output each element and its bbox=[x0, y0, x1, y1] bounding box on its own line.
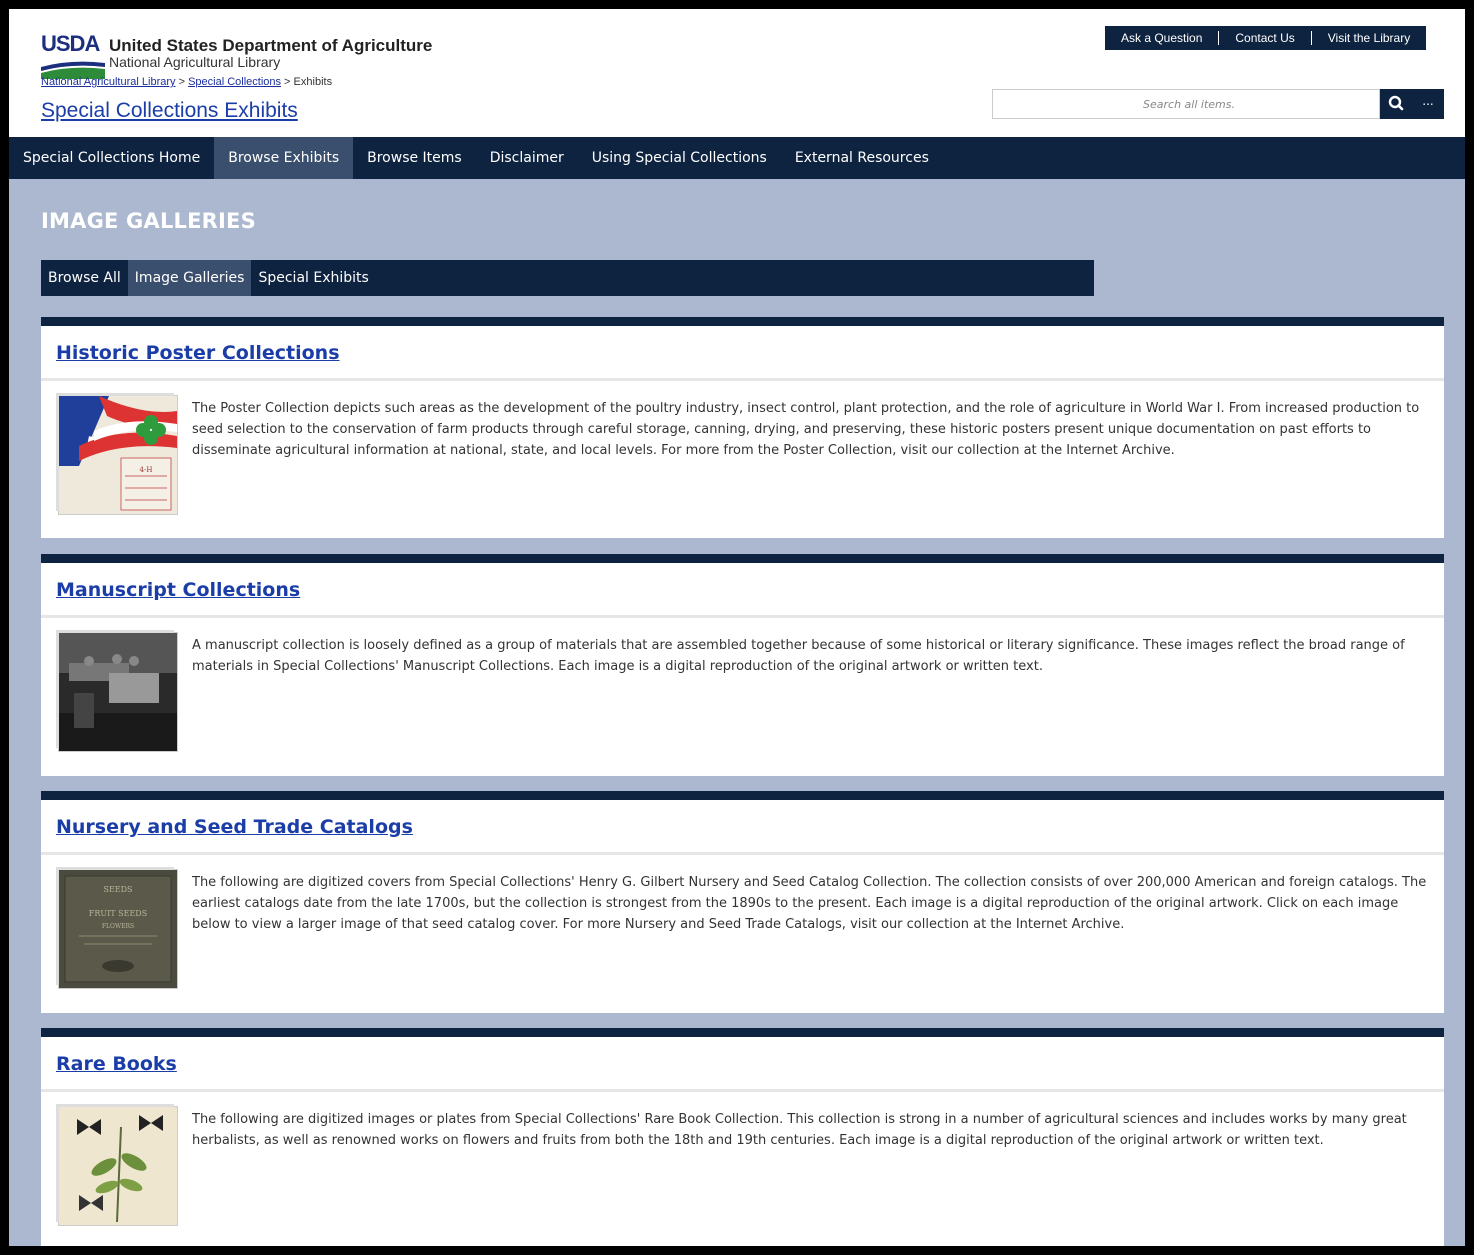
seed-catalog-thumbnail-image: SEEDS FRUIT SEEDS FLOWERS bbox=[59, 870, 177, 988]
gallery-card-seed-catalogs: Nursery and Seed Trade Catalogs SEEDS FR… bbox=[41, 791, 1444, 1013]
exhibit-subnav: Browse All Image Galleries Special Exhib… bbox=[41, 260, 1094, 296]
page-frame: USDA United States Department of Agricul… bbox=[9, 9, 1465, 1246]
gallery-title-link[interactable]: Manuscript Collections bbox=[56, 579, 300, 601]
gallery-thumbnail[interactable]: SEEDS FRUIT SEEDS FLOWERS bbox=[59, 870, 177, 988]
advanced-search-button[interactable]: ... bbox=[1412, 89, 1444, 119]
breadcrumb-link-special-collections[interactable]: Special Collections bbox=[188, 76, 281, 88]
gallery-card-rare-books: Rare Books The following are digitized i… bbox=[41, 1028, 1444, 1246]
manuscript-thumbnail-image bbox=[59, 633, 177, 751]
nav-using-special-collections[interactable]: Using Special Collections bbox=[578, 137, 781, 179]
svg-text:FRUIT SEEDS: FRUIT SEEDS bbox=[89, 909, 147, 918]
svg-text:FLOWERS: FLOWERS bbox=[102, 923, 134, 930]
gallery-title-link[interactable]: Rare Books bbox=[56, 1053, 177, 1075]
page-title: IMAGE GALLERIES bbox=[41, 209, 256, 233]
rare-book-thumbnail-image bbox=[59, 1107, 177, 1225]
breadcrumb-current: Exhibits bbox=[293, 76, 333, 88]
ask-a-question-link[interactable]: Ask a Question bbox=[1105, 31, 1220, 45]
divider bbox=[41, 378, 1444, 381]
nav-browse-items[interactable]: Browse Items bbox=[353, 137, 476, 179]
divider bbox=[41, 852, 1444, 855]
gallery-thumbnail[interactable]: 4-H bbox=[59, 396, 177, 514]
site-title-link[interactable]: Special Collections Exhibits bbox=[41, 99, 298, 123]
nav-disclaimer[interactable]: Disclaimer bbox=[476, 137, 578, 179]
search-placeholder: Search all items. bbox=[1143, 98, 1235, 111]
site-header: USDA United States Department of Agricul… bbox=[9, 9, 1465, 137]
breadcrumb-separator: > bbox=[281, 76, 294, 88]
library-name: National Agricultural Library bbox=[109, 54, 281, 70]
divider bbox=[41, 1089, 1444, 1092]
breadcrumb: National Agricultural Library > Special … bbox=[41, 76, 332, 88]
search-icon bbox=[1388, 95, 1404, 111]
contact-us-link[interactable]: Contact Us bbox=[1219, 31, 1312, 45]
gallery-card-manuscripts: Manuscript Collections A manuscript coll… bbox=[41, 554, 1444, 776]
poster-thumbnail-image: 4-H bbox=[59, 396, 177, 514]
gallery-description: The Poster Collection depicts such areas… bbox=[192, 401, 1420, 458]
usda-logo-text: USDA bbox=[41, 31, 100, 56]
search-button[interactable] bbox=[1380, 89, 1412, 119]
main-navigation: Special Collections Home Browse Exhibits… bbox=[9, 137, 1465, 179]
gallery-description: The following are digitized covers from … bbox=[192, 875, 1427, 932]
gallery-thumbnail[interactable] bbox=[59, 1107, 177, 1225]
nav-external-resources[interactable]: External Resources bbox=[781, 137, 943, 179]
department-name: United States Department of Agriculture bbox=[109, 36, 433, 55]
nav-special-collections-home[interactable]: Special Collections Home bbox=[9, 137, 214, 179]
breadcrumb-separator: > bbox=[175, 76, 189, 88]
search-input[interactable]: Search all items. bbox=[992, 89, 1380, 119]
gallery-thumbnail[interactable] bbox=[59, 633, 177, 751]
utility-links: Ask a Question Contact Us Visit the Libr… bbox=[1105, 26, 1427, 50]
gallery-card-historic-posters: Historic Poster Collections 4-H The Post… bbox=[41, 317, 1444, 538]
breadcrumb-link-nal[interactable]: National Agricultural Library bbox=[41, 76, 176, 88]
subnav-image-galleries[interactable]: Image Galleries bbox=[127, 260, 252, 296]
usda-logo[interactable]: USDA bbox=[41, 31, 107, 79]
visit-the-library-link[interactable]: Visit the Library bbox=[1312, 31, 1426, 45]
divider bbox=[41, 615, 1444, 618]
nav-browse-exhibits[interactable]: Browse Exhibits bbox=[214, 137, 354, 179]
gallery-title-link[interactable]: Historic Poster Collections bbox=[56, 342, 340, 364]
subnav-special-exhibits[interactable]: Special Exhibits bbox=[251, 260, 375, 296]
subnav-browse-all[interactable]: Browse All bbox=[41, 260, 128, 296]
gallery-title-link[interactable]: Nursery and Seed Trade Catalogs bbox=[56, 816, 413, 838]
gallery-description: The following are digitized images or pl… bbox=[192, 1112, 1407, 1148]
svg-text:4-H: 4-H bbox=[140, 466, 153, 474]
gallery-description: A manuscript collection is loosely defin… bbox=[192, 638, 1405, 674]
svg-text:SEEDS: SEEDS bbox=[103, 885, 132, 894]
